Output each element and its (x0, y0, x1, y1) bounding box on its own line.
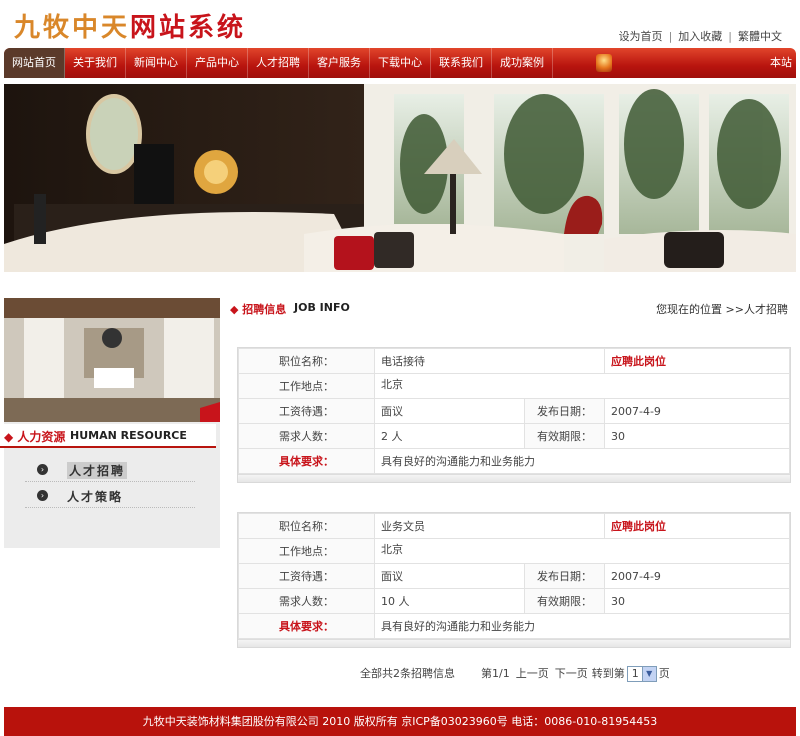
site-logo[interactable]: 九牧中天网站系统 (14, 8, 304, 48)
gift-icon (596, 54, 612, 72)
content-header: ◆ 招聘信息 JOB INFO 您现在的位置 >>人才招聘 (230, 300, 796, 318)
validity-value: 30 (604, 588, 790, 614)
salary-label: 工资待遇： (238, 398, 375, 424)
publish-date-value: 2007-4-9 (604, 398, 790, 424)
publish-date-label: 发布日期： (524, 563, 605, 589)
next-page-link[interactable]: 下一页 (555, 667, 588, 680)
position-value: 电话接待 (374, 348, 605, 374)
add-favorite-link[interactable]: 加入收藏 (678, 30, 722, 43)
position-value: 业务文员 (374, 513, 605, 539)
location-label: 工作地点： (238, 538, 375, 564)
sidebar-title-zh: ◆ 人力资源 (4, 430, 66, 444)
headcount-value: 2 人 (374, 423, 525, 449)
requirement-value: 具有良好的沟通能力和业务能力 (374, 613, 790, 639)
headcount-label: 需求人数： (238, 588, 375, 614)
divider: | (668, 30, 673, 43)
arrow-circle-icon: › (37, 464, 48, 475)
sidebar-item-label: 人才策略 (67, 490, 124, 504)
headcount-value: 10 人 (374, 588, 525, 614)
logo-text-part2: 网站系统 (130, 13, 247, 43)
nav-about[interactable]: 关于我们 (65, 48, 126, 78)
total-count: 全部共2条招聘信息 (360, 667, 455, 680)
validity-label: 有效期限： (524, 423, 605, 449)
page-select[interactable]: 1 ▼ (626, 666, 657, 682)
traditional-chinese-link[interactable]: 繁體中文 (738, 30, 782, 43)
requirement-label: 具体要求： (238, 613, 375, 639)
site-footer: 九牧中天装饰材料集团股份有限公司 2010 版权所有 京ICP备03023960… (4, 707, 796, 736)
nav-service[interactable]: 客户服务 (309, 48, 370, 78)
position-label: 职位名称： (238, 348, 375, 374)
publish-date-value: 2007-4-9 (604, 563, 790, 589)
sidebar-title-en: HUMAN RESOURCE (70, 429, 187, 442)
goto-label: 转到第 (591, 667, 625, 680)
logo-text-part1: 九牧中天 (14, 13, 131, 43)
sidebar-item-strategy[interactable]: › 人才策略 (25, 484, 195, 508)
nav-download[interactable]: 下载中心 (370, 48, 431, 78)
pagination: 全部共2条招聘信息 第1/1 上一页 下一页 转到第 1 ▼ 页 (360, 665, 700, 683)
salary-label: 工资待遇： (238, 563, 375, 589)
content-title-zh: ◆ 招聘信息 (230, 303, 287, 316)
validity-label: 有效期限： (524, 588, 605, 614)
chevron-down-icon: ▼ (641, 667, 656, 681)
nav-home[interactable]: 网站首页 (4, 48, 65, 78)
top-links: 设为首页 | 加入收藏 | 繁體中文 (619, 28, 782, 44)
location-label: 工作地点： (238, 373, 375, 399)
salary-value: 面议 (374, 398, 525, 424)
job-card: 职位名称： 电话接待 应聘此岗位 工作地点： 北京 工资待遇： 面议 发布日期：… (237, 347, 791, 483)
set-homepage-link[interactable]: 设为首页 (619, 30, 663, 43)
sidebar-item-careers[interactable]: › 人才招聘 (25, 458, 195, 482)
apply-link[interactable]: 应聘此岗位 (604, 513, 790, 539)
prev-page-link[interactable]: 上一页 (516, 667, 549, 680)
hero-banner (4, 84, 796, 272)
headcount-label: 需求人数： (238, 423, 375, 449)
nav-news[interactable]: 新闻中心 (126, 48, 187, 78)
nav-cases[interactable]: 成功案例 (492, 48, 553, 78)
nav-marquee: 本站 (770, 56, 792, 69)
requirement-label: 具体要求： (238, 448, 375, 474)
salary-value: 面议 (374, 563, 525, 589)
requirement-value: 具有良好的沟通能力和业务能力 (374, 448, 790, 474)
arrow-circle-icon: › (37, 490, 48, 501)
publish-date-label: 发布日期： (524, 398, 605, 424)
sidebar-header: ◆ 人力资源 HUMAN RESOURCE (0, 424, 216, 448)
page-suffix: 页 (658, 667, 670, 680)
validity-value: 30 (604, 423, 790, 449)
main-nav: 网站首页 关于我们 新闻中心 产品中心 人才招聘 客户服务 下载中心 联系我们 … (4, 48, 796, 78)
page-indicator: 第1/1 (481, 667, 510, 680)
location-value: 北京 (374, 373, 790, 399)
job-card: 职位名称： 业务文员 应聘此岗位 工作地点： 北京 工资待遇： 面议 发布日期：… (237, 512, 791, 648)
living-room-photo (4, 84, 796, 272)
apply-link[interactable]: 应聘此岗位 (604, 348, 790, 374)
sidebar-item-label: 人才招聘 (67, 462, 128, 479)
breadcrumb: 您现在的位置 >>人才招聘 (656, 303, 788, 316)
divider: | (728, 30, 732, 43)
card-footer (238, 639, 790, 647)
sidebar (4, 298, 220, 548)
card-footer (238, 474, 790, 482)
position-label: 职位名称： (238, 513, 375, 539)
sidebar-photo (4, 298, 220, 422)
content-title-en: JOB INFO (294, 301, 350, 314)
location-value: 北京 (374, 538, 790, 564)
nav-careers[interactable]: 人才招聘 (248, 48, 309, 78)
nav-contact[interactable]: 联系我们 (431, 48, 492, 78)
page-select-value: 1 (631, 667, 639, 680)
nav-products[interactable]: 产品中心 (187, 48, 248, 78)
